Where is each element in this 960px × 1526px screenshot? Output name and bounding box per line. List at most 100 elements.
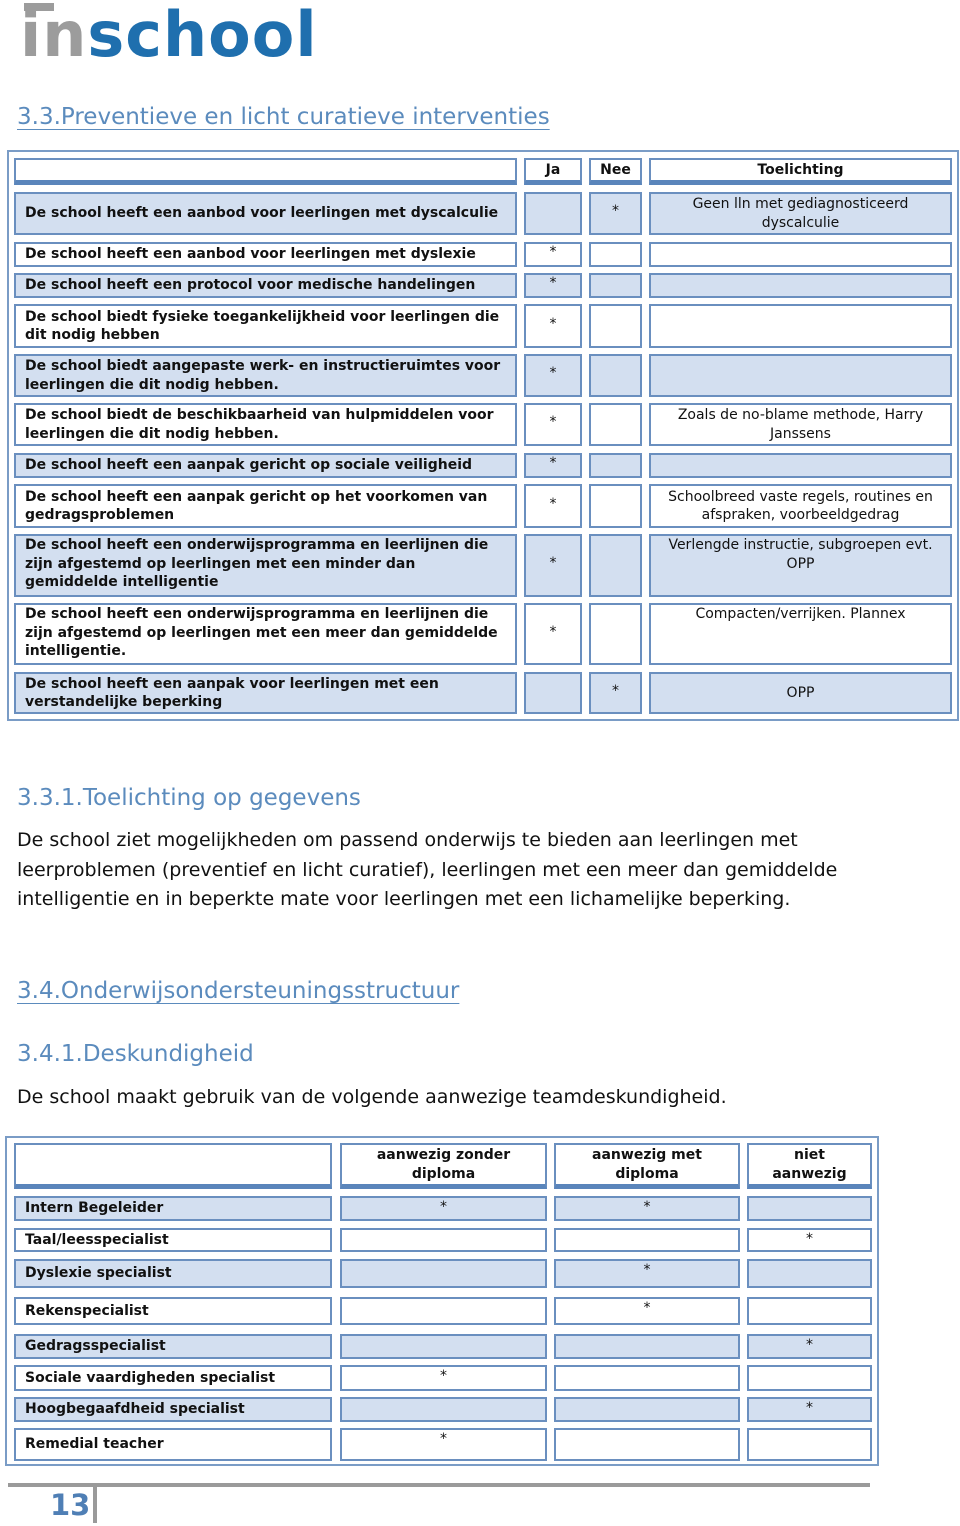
toelichting-cell <box>649 304 952 348</box>
intervention-label-text: De school biedt de beschikbaarheid van h… <box>25 407 494 442</box>
intervention-label: De school heeft een aanpak voor leerling… <box>14 672 517 714</box>
ja-cell: * <box>524 304 582 348</box>
ja-cell: * <box>524 453 582 478</box>
expertise-mark-cell <box>340 1397 547 1422</box>
expertise-intro-paragraph: De school maakt gebruik van de volgende … <box>17 1086 727 1108</box>
ja-cell: * <box>524 242 582 267</box>
ja-cell: * <box>524 354 582 397</box>
nee-cell <box>589 534 642 597</box>
header-cell-zonder-diploma-text: aanwezig zonder diploma <box>376 1147 511 1182</box>
expertise-mark-cell <box>747 1196 872 1221</box>
ja-cell: * <box>524 534 582 597</box>
ja-cell-text: * <box>549 495 557 512</box>
expertise-mark-cell <box>340 1259 547 1288</box>
toelichting-cell: Verlengde instructie, subgroepen evt. OP… <box>649 534 952 597</box>
nee-cell <box>589 484 642 528</box>
header-cell-label <box>14 158 517 185</box>
expertise-mark-cell: * <box>747 1397 872 1422</box>
intervention-label-text: De school biedt aangepaste werk- en inst… <box>25 358 501 393</box>
intervention-label-text: De school heeft een aanbod voor leerling… <box>25 205 499 222</box>
expertise-mark-cell-text: * <box>806 1400 813 1416</box>
toelichting-cell-text: Schoolbreed vaste regels, routines en af… <box>668 488 933 524</box>
footer-divider <box>93 1483 97 1523</box>
section-heading-3-4-1: 3.4.1.Deskundigheid <box>17 1041 254 1067</box>
intervention-label-text: De school heeft een aanpak gericht op so… <box>25 457 473 474</box>
header-cell-zonder-diploma: aanwezig zonder diploma <box>340 1143 547 1189</box>
ja-cell-text: * <box>549 455 557 472</box>
expertise-role-label-text: Hoogbegaafdheid specialist <box>25 1401 245 1418</box>
intervention-label: De school heeft een aanpak gericht op he… <box>14 484 517 528</box>
expertise-role-label: Dyslexie specialist <box>14 1259 332 1288</box>
header-cell-met-diploma: aanwezig met diploma <box>554 1143 740 1189</box>
expertise-role-label: Remedial teacher <box>14 1428 332 1461</box>
header-cell-niet-aanwezig: niet aanwezig <box>747 1143 872 1189</box>
intervention-label-text: De school heeft een aanpak voor leerling… <box>25 675 439 711</box>
ja-cell-text: * <box>549 555 557 572</box>
toelichting-cell: Zoals de no-blame methode, Harry Janssen… <box>649 403 952 446</box>
intervention-label: De school heeft een protocol voor medisc… <box>14 273 517 298</box>
header-cell-met-diploma-text: aanwezig met diploma <box>592 1147 702 1182</box>
ja-cell-text: * <box>549 244 557 261</box>
expertise-mark-cell: * <box>554 1196 740 1221</box>
expertise-mark-cell-text: * <box>440 1199 447 1215</box>
expertise-role-label: Rekenspecialist <box>14 1297 332 1325</box>
toelichting-cell-text: Verlengde instructie, subgroepen evt. OP… <box>668 537 933 572</box>
nee-cell <box>589 273 642 298</box>
expertise-mark-cell: * <box>747 1228 872 1252</box>
header-cell-ja-text: Ja <box>545 161 561 178</box>
intervention-label-text: De school biedt fysieke toegankelijkheid… <box>25 308 500 344</box>
expertise-mark-cell-text: * <box>806 1231 813 1247</box>
ja-cell: * <box>524 603 582 665</box>
expertise-mark-cell <box>340 1228 547 1252</box>
expertise-mark-cell-text: * <box>806 1337 813 1353</box>
intervention-label-text: De school heeft een aanpak gericht op he… <box>25 488 488 524</box>
expertise-mark-cell: * <box>340 1196 547 1221</box>
expertise-role-label-text: Intern Begeleider <box>25 1200 164 1217</box>
nee-cell: * <box>589 672 642 714</box>
nee-cell-text: * <box>612 203 619 220</box>
ja-cell: * <box>524 403 582 446</box>
expertise-mark-cell: * <box>340 1365 547 1391</box>
intervention-label: De school heeft een onderwijsprogramma e… <box>14 534 517 597</box>
intervention-label-text: De school heeft een onderwijsprogramma e… <box>25 537 489 590</box>
expertise-mark-cell <box>340 1297 547 1325</box>
expertise-mark-cell-text: * <box>643 1300 651 1316</box>
nee-cell: * <box>589 192 642 235</box>
header-cell-nee-text: Nee <box>600 161 631 178</box>
expertise-mark-cell <box>554 1397 740 1422</box>
ja-cell: * <box>524 484 582 528</box>
toelichting-cell-text: Geen lln met gediagnosticeerd dyscalculi… <box>692 196 909 231</box>
nee-cell <box>589 603 642 665</box>
header-cell-toelichting: Toelichting <box>649 158 952 185</box>
ja-cell-text: * <box>549 275 557 292</box>
header-cell-nee: Nee <box>589 158 642 185</box>
expertise-role-label: Taal/leesspecialist <box>14 1228 332 1252</box>
section-heading-3-3-1: 3.3.1.Toelichting op gegevens <box>17 785 361 811</box>
expertise-mark-cell: * <box>554 1297 740 1325</box>
ja-cell-text: * <box>549 623 557 640</box>
intervention-label-text: De school heeft een protocol voor medisc… <box>25 277 476 294</box>
toelichting-cell <box>649 453 952 478</box>
section-heading-3-3: 3.3.Preventieve en licht curatieve inter… <box>17 104 550 130</box>
expertise-mark-cell <box>554 1365 740 1391</box>
nee-cell <box>589 354 642 397</box>
expertise-role-label-text: Sociale vaardigheden specialist <box>25 1369 276 1386</box>
toelichting-cell: OPP <box>649 672 952 714</box>
page-number: 13 <box>50 1488 91 1522</box>
expertise-role-label-text: Dyslexie specialist <box>25 1265 172 1282</box>
expertise-mark-cell <box>554 1228 740 1252</box>
expertise-mark-cell <box>554 1334 740 1359</box>
header-cell-niet-aanwezig-text: niet aanwezig <box>772 1147 847 1182</box>
toelichting-cell <box>649 354 952 397</box>
ja-cell-text: * <box>549 315 557 332</box>
expertise-mark-cell: * <box>747 1334 872 1359</box>
toelichting-cell: Schoolbreed vaste regels, routines en af… <box>649 484 952 528</box>
expertise-mark-cell <box>747 1297 872 1325</box>
expertise-mark-cell <box>554 1428 740 1461</box>
nee-cell <box>589 403 642 446</box>
nee-cell <box>589 242 642 267</box>
header-cell-label <box>14 1143 332 1189</box>
toelichting-cell <box>649 242 952 267</box>
expertise-role-label-text: Taal/leesspecialist <box>25 1231 169 1248</box>
ja-cell: * <box>524 273 582 298</box>
